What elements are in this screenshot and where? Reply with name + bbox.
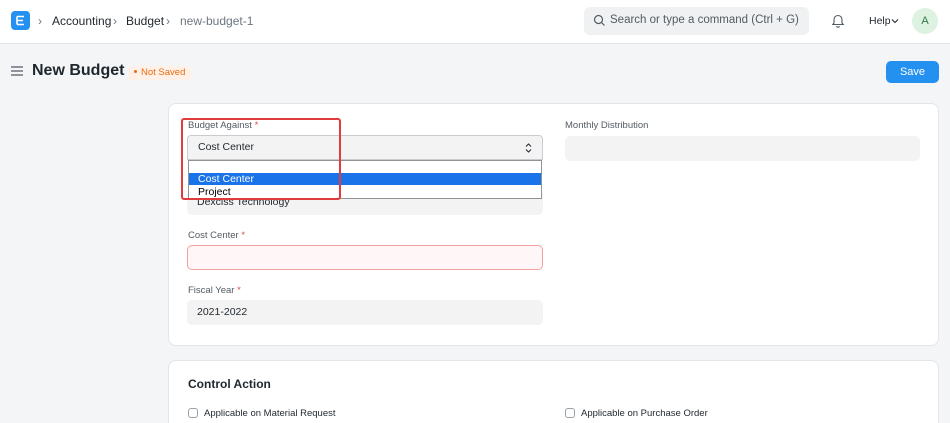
breadcrumb-separator-icon: › bbox=[113, 14, 117, 28]
purchase-order-label: Applicable on Purchase Order bbox=[581, 408, 708, 419]
page-title: New Budget bbox=[32, 62, 125, 79]
monthly-distribution-field[interactable] bbox=[565, 136, 920, 161]
fiscal-year-label-text: Fiscal Year bbox=[188, 285, 235, 296]
notification-bell-icon[interactable] bbox=[831, 13, 845, 28]
breadcrumb-accounting[interactable]: Accounting bbox=[52, 14, 111, 28]
navbar: › Accounting › Budget › new-budget-1 Sea… bbox=[0, 0, 950, 44]
status-badge: Not Saved bbox=[128, 66, 192, 80]
cost-center-field[interactable] bbox=[187, 245, 543, 270]
annotation-highlight-box bbox=[181, 118, 341, 200]
required-mark: * bbox=[237, 285, 241, 296]
purchase-order-checkbox[interactable] bbox=[565, 408, 575, 418]
monthly-distribution-label: Monthly Distribution bbox=[565, 120, 649, 131]
material-request-checkbox[interactable] bbox=[188, 408, 198, 418]
breadcrumb-budget[interactable]: Budget bbox=[126, 14, 164, 28]
sidebar-toggle-icon[interactable] bbox=[11, 66, 23, 76]
search-bar[interactable]: Search or type a command (Ctrl + G) bbox=[584, 7, 809, 35]
section-title-control-action: Control Action bbox=[188, 377, 271, 391]
help-menu[interactable]: Help bbox=[869, 15, 891, 27]
avatar[interactable]: A bbox=[912, 8, 938, 34]
search-placeholder: Search or type a command (Ctrl + G) bbox=[610, 14, 799, 26]
status-dot-icon bbox=[134, 69, 137, 73]
required-mark: * bbox=[241, 230, 246, 241]
status-badge-text: Not Saved bbox=[141, 67, 186, 78]
breadcrumb-current: new-budget-1 bbox=[180, 14, 254, 28]
select-updown-icon bbox=[525, 143, 532, 153]
fiscal-year-value: 2021-2022 bbox=[197, 306, 248, 318]
breadcrumb-separator-icon: › bbox=[166, 14, 170, 28]
cost-center-label-text: Cost Center bbox=[188, 230, 239, 241]
breadcrumb-separator-icon: › bbox=[38, 14, 42, 28]
save-button[interactable]: Save bbox=[886, 61, 939, 83]
cost-center-label: Cost Center * bbox=[188, 230, 245, 241]
app-logo-icon[interactable] bbox=[11, 11, 30, 30]
fiscal-year-field[interactable]: 2021-2022 bbox=[187, 300, 543, 325]
search-icon bbox=[593, 14, 605, 26]
material-request-label: Applicable on Material Request bbox=[204, 408, 336, 419]
fiscal-year-label: Fiscal Year * bbox=[188, 285, 241, 296]
chevron-down-icon bbox=[891, 19, 899, 24]
